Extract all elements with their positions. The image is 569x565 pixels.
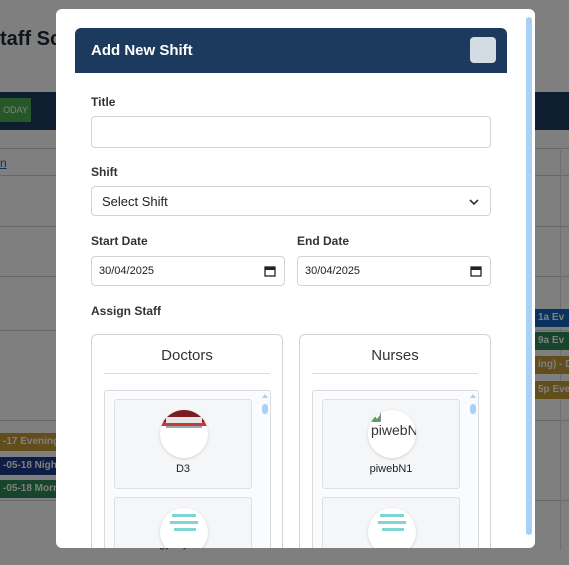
modal-title: Add New Shift (91, 42, 193, 59)
scroll-up-icon[interactable] (470, 393, 476, 399)
nurses-panel: Nurses piwebN piwebN1 (299, 334, 491, 548)
add-shift-modal: Add New Shift Title Shift Select Shift S… (56, 9, 535, 548)
start-date-label: Start Date (91, 234, 148, 248)
scroll-thumb[interactable] (470, 404, 476, 414)
doctor-name: D3 (175, 463, 191, 475)
nurse-card[interactable] (322, 497, 460, 548)
divider (312, 373, 478, 374)
list-scrollbar[interactable] (468, 391, 478, 548)
title-label: Title (91, 95, 116, 109)
shift-label: Shift (91, 165, 118, 179)
assign-staff-label: Assign Staff (91, 304, 162, 318)
nurse-avatar: piwebN (368, 410, 416, 458)
avatar-alt-text: piwebN (371, 422, 416, 438)
nurses-list[interactable]: piwebN piwebN1 (312, 390, 479, 548)
scroll-thumb[interactable] (526, 17, 532, 535)
divider (104, 373, 270, 374)
end-date-input[interactable]: 30/04/2025 (297, 256, 491, 286)
title-input[interactable] (91, 116, 491, 148)
nurses-heading: Nurses (371, 347, 419, 364)
list-scrollbar[interactable] (260, 391, 270, 548)
doctors-panel: Doctors D3 (91, 334, 283, 548)
nurse-avatar (368, 508, 416, 548)
doctor-card[interactable]: D3 (114, 399, 252, 489)
close-button[interactable] (470, 37, 496, 63)
avatar-photo-icon (378, 514, 406, 531)
doctors-list[interactable]: D3 (104, 390, 271, 548)
nurse-name: piwebN1 (369, 463, 413, 475)
end-date-label: End Date (297, 234, 350, 248)
broken-image-icon (371, 412, 381, 422)
doctor-avatar (160, 410, 208, 458)
start-date-input[interactable]: 30/04/2025 (91, 256, 285, 286)
calendar-icon[interactable] (264, 265, 276, 277)
calendar-icon[interactable] (470, 265, 482, 277)
modal-header: Add New Shift (75, 28, 507, 73)
chevron-down-icon (469, 199, 479, 206)
nurse-card[interactable]: piwebN piwebN1 (322, 399, 460, 489)
shift-select[interactable]: Select Shift (91, 186, 491, 216)
doctors-heading: Doctors (161, 347, 213, 364)
avatar-photo-icon (160, 410, 208, 428)
avatar-photo-icon (170, 514, 198, 531)
scroll-up-icon[interactable] (262, 393, 268, 399)
doctor-card[interactable] (114, 497, 252, 548)
scroll-thumb[interactable] (262, 404, 268, 414)
modal-scrollbar[interactable] (525, 11, 533, 546)
doctor-avatar (160, 508, 208, 548)
